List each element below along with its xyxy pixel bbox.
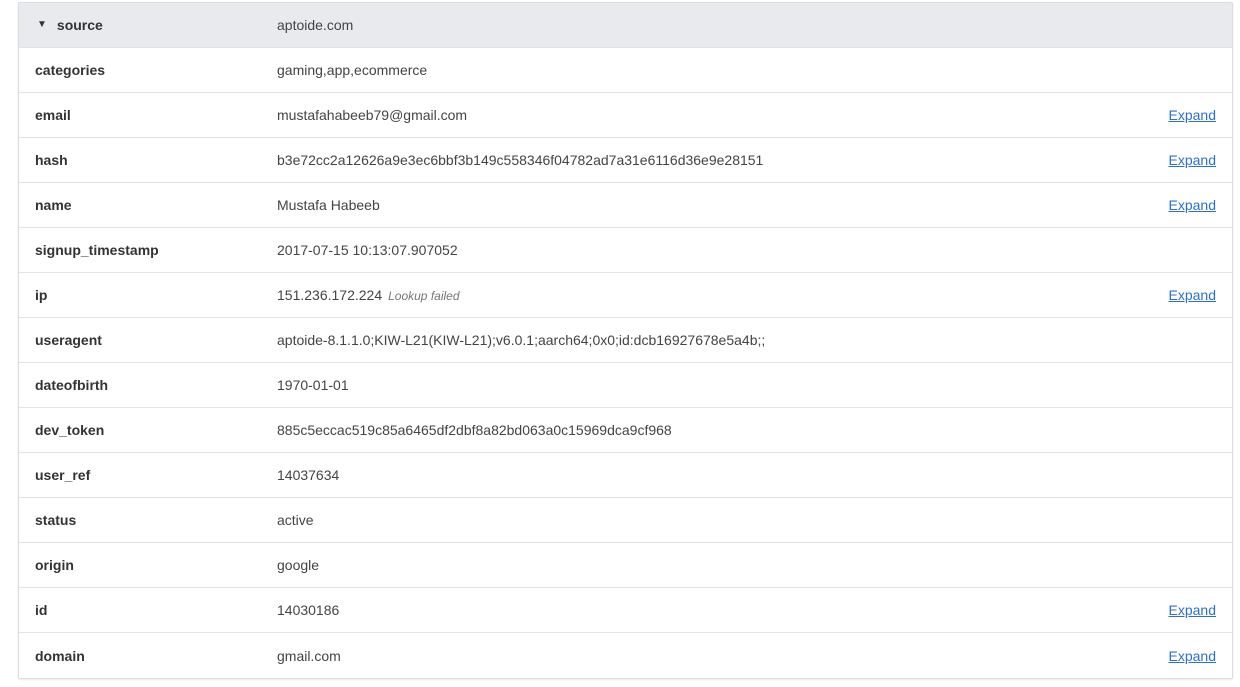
field-key: categories: [35, 62, 106, 78]
field-value-wrapper: google: [277, 557, 319, 573]
field-key: hash: [35, 152, 68, 168]
field-value: b3e72cc2a12626a9e3ec6bbf3b149c558346f047…: [277, 152, 764, 168]
field-value-wrapper: 1970-01-01: [277, 377, 349, 393]
field-row-categories: categories gaming,app,ecommerce: [19, 48, 1232, 93]
source-key-label: source: [56, 17, 103, 33]
field-key: email: [35, 107, 71, 123]
field-row-domain: domain gmail.com Expand: [19, 633, 1232, 678]
field-value: gaming,app,ecommerce: [277, 62, 428, 78]
field-value-wrapper: 14030186: [277, 602, 339, 618]
field-value: google: [277, 557, 320, 573]
field-value: 2017-07-15 10:13:07.907052: [277, 242, 458, 258]
field-value: mustafahabeeb79@gmail.com: [277, 107, 468, 123]
field-row-dev-token: dev_token 885c5eccac519c85a6465df2dbf8a82…: [19, 408, 1232, 453]
field-value: 151.236.172.224: [277, 287, 383, 303]
field-row-email: email mustafahabeeb79@gmail.com Expand: [19, 93, 1232, 138]
field-value-wrapper: 885c5eccac519c85a6465df2dbf8a82bd063a0c1…: [277, 422, 672, 438]
field-row-useragent: useragent aptoide-8.1.1.0;KIW-L21(KIW-L21…: [19, 318, 1232, 363]
field-value: 885c5eccac519c85a6465df2dbf8a82bd063a0c1…: [277, 422, 672, 438]
field-row-user-ref: user_ref 14037634: [19, 453, 1232, 498]
field-key: domain: [35, 647, 85, 664]
field-value: Mustafa Habeeb: [277, 197, 380, 213]
field-value-wrapper: aptoide-8.1.1.0;KIW-L21(KIW-L21);v6.0.1;…: [277, 332, 765, 348]
source-value: aptoide.com: [277, 17, 354, 33]
field-value-wrapper: 151.236.172.224 Lookup failed: [277, 287, 460, 303]
field-value-wrapper: b3e72cc2a12626a9e3ec6bbf3b149c558346f047…: [277, 152, 763, 168]
field-value-wrapper: gmail.com: [277, 648, 341, 664]
field-row-signup-timestamp: signup_timestamp 2017-07-15 10:13:07.9070…: [19, 228, 1232, 273]
field-value: active: [277, 512, 314, 528]
expand-link[interactable]: Expand: [1169, 107, 1216, 123]
field-row-origin: origin google: [19, 543, 1232, 588]
field-value-wrapper: gaming,app,ecommerce: [277, 62, 427, 78]
field-row-name: name Mustafa Habeeb Expand: [19, 183, 1232, 228]
field-value: 14030186: [277, 602, 340, 618]
field-rows: categories gaming,app,ecommerce email musta…: [19, 48, 1232, 678]
expand-link[interactable]: Expand: [1169, 152, 1216, 168]
field-key: ip: [35, 287, 48, 303]
field-value-wrapper: mustafahabeeb79@gmail.com: [277, 107, 467, 123]
field-row-ip: ip 151.236.172.224 Lookup failed Expand: [19, 273, 1232, 318]
field-key: name: [35, 197, 72, 213]
field-value: gmail.com: [277, 647, 341, 664]
triangle-down-icon[interactable]: ▼: [37, 19, 47, 30]
field-value: 1970-01-01: [277, 377, 349, 393]
field-row-id: id 14030186 Expand: [19, 588, 1232, 633]
field-row-status: status active: [19, 498, 1232, 543]
expand-link[interactable]: Expand: [1169, 602, 1216, 618]
field-key: user_ref: [35, 467, 91, 483]
record-detail-panel: ▼ source aptoide.com categories gaming,ap…: [18, 2, 1233, 679]
expand-link[interactable]: Expand: [1169, 648, 1216, 664]
field-key: signup_timestamp: [35, 242, 159, 258]
lookup-status-note: Lookup failed: [388, 289, 460, 303]
expand-link[interactable]: Expand: [1169, 197, 1216, 213]
field-value: 14037634: [277, 467, 340, 483]
field-value-wrapper: 2017-07-15 10:13:07.907052: [277, 242, 458, 258]
field-value-wrapper: active: [277, 512, 314, 528]
expand-link[interactable]: Expand: [1169, 287, 1216, 303]
source-header-row[interactable]: ▼ source aptoide.com: [19, 3, 1232, 48]
field-value-wrapper: 14037634: [277, 467, 339, 483]
source-toggle[interactable]: ▼ source: [37, 17, 103, 33]
field-key: origin: [35, 557, 74, 573]
field-key: dateofbirth: [35, 377, 109, 393]
field-key: id: [35, 602, 48, 618]
field-value: aptoide-8.1.1.0;KIW-L21(KIW-L21);v6.0.1;…: [277, 332, 766, 348]
field-row-hash: hash b3e72cc2a12626a9e3ec6bbf3b149c558346…: [19, 138, 1232, 183]
field-key: status: [35, 512, 77, 528]
field-key: dev_token: [35, 422, 105, 438]
field-row-dateofbirth: dateofbirth 1970-01-01: [19, 363, 1232, 408]
field-value-wrapper: Mustafa Habeeb: [277, 197, 380, 213]
field-key: useragent: [35, 332, 102, 348]
